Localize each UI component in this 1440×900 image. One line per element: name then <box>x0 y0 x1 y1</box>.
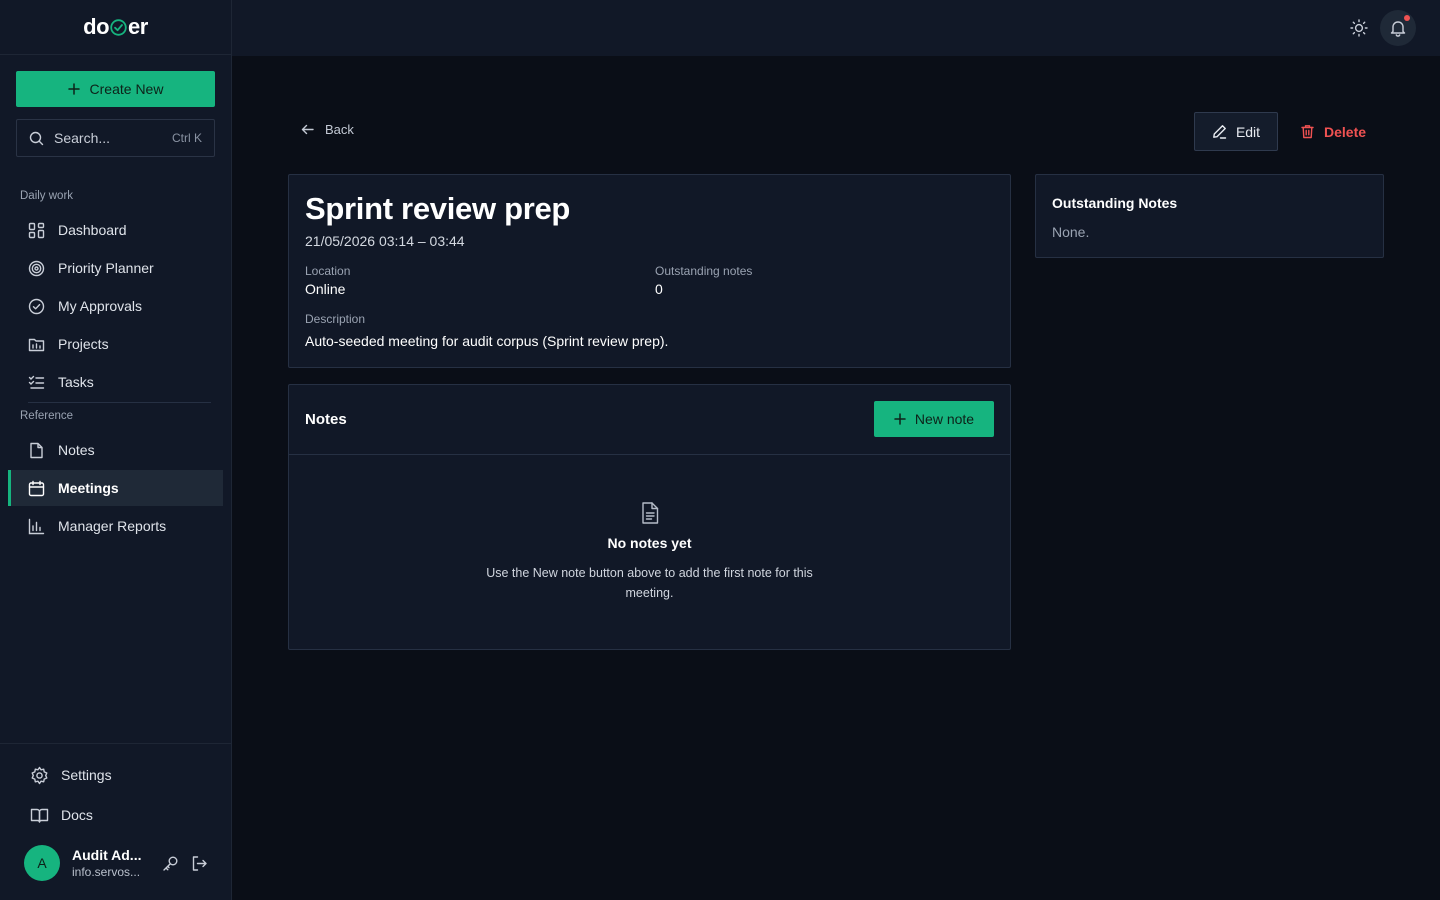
search-shortcut: Ctrl K <box>172 131 202 145</box>
notes-card: Notes New note No notes yet Use the New … <box>288 384 1011 650</box>
description-value: Auto-seeded meeting for audit corpus (Sp… <box>305 333 669 349</box>
user-profile[interactable]: A Audit Ad... info.servos... <box>24 845 141 881</box>
sidebar-item-tasks[interactable]: Tasks <box>8 364 223 400</box>
user-email: info.servos... <box>72 865 141 879</box>
location-value: Online <box>305 281 346 297</box>
meeting-details-card: Sprint review prep 21/05/2026 03:14 – 03… <box>288 174 1011 368</box>
notes-title: Notes <box>305 411 347 428</box>
logout-icon[interactable] <box>191 855 208 872</box>
edit-button[interactable]: Edit <box>1194 112 1278 151</box>
sidebar-item-projects[interactable]: Projects <box>8 326 223 362</box>
book-icon <box>30 806 49 825</box>
avatar: A <box>24 845 60 881</box>
delete-label: Delete <box>1324 123 1367 140</box>
user-name: Audit Ad... <box>72 847 142 863</box>
create-new-label: Create New <box>89 81 164 97</box>
new-note-button[interactable]: New note <box>874 401 994 437</box>
sidebar-item-my-approvals[interactable]: My Approvals <box>8 288 223 324</box>
notifications-button[interactable] <box>1380 10 1416 46</box>
search-input[interactable]: Search... Ctrl K <box>16 119 215 157</box>
delete-button[interactable]: Delete <box>1300 112 1366 151</box>
user-actions <box>162 855 208 872</box>
sidebar-item-label: Projects <box>58 336 109 352</box>
search-icon <box>29 131 44 146</box>
docs-link[interactable]: Docs <box>30 801 93 829</box>
settings-link[interactable]: Settings <box>30 761 112 789</box>
bar-chart-icon <box>28 518 45 535</box>
logo-area: do er <box>0 0 231 55</box>
sidebar-item-dashboard[interactable]: Dashboard <box>8 212 223 248</box>
top-bar <box>232 0 1440 56</box>
logo-text-left: do <box>83 14 110 39</box>
sidebar-item-label: Notes <box>58 442 95 458</box>
empty-state-title: No notes yet <box>607 535 692 551</box>
sidebar: do er Create New Search... Ctrl K Daily … <box>0 0 232 900</box>
outstanding-notes-label: Outstanding notes <box>655 264 753 278</box>
tasks-icon <box>28 374 45 391</box>
edit-label: Edit <box>1235 123 1261 140</box>
sidebar-item-meetings[interactable]: Meetings <box>8 470 223 506</box>
key-icon[interactable] <box>162 855 179 872</box>
sidebar-item-manager-reports[interactable]: Manager Reports <box>8 508 223 544</box>
target-icon <box>28 260 45 277</box>
bell-icon <box>1389 19 1407 37</box>
document-icon <box>289 501 1010 525</box>
sidebar-item-label: My Approvals <box>58 298 143 314</box>
sidebar-item-notes[interactable]: Notes <box>8 432 223 468</box>
location-label: Location <box>305 264 351 278</box>
arrow-left-icon <box>300 122 315 137</box>
dashboard-icon <box>28 222 45 239</box>
sidebar-item-label: Tasks <box>58 374 94 390</box>
projects-icon <box>28 336 45 353</box>
plus-icon <box>67 83 80 95</box>
outstanding-notes-value: 0 <box>655 281 663 297</box>
sidebar-item-priority-planner[interactable]: Priority Planner <box>8 250 223 286</box>
note-icon <box>28 442 45 459</box>
notification-badge <box>1404 15 1410 21</box>
sidebar-item-label: Priority Planner <box>58 260 154 276</box>
new-note-label: New note <box>914 411 975 427</box>
gear-icon <box>30 766 49 785</box>
section-label-reference: Reference <box>20 410 74 422</box>
pencil-icon <box>1212 124 1227 139</box>
docs-label: Docs <box>61 807 93 823</box>
notes-header: Notes New note <box>289 385 1010 455</box>
outstanding-panel-value: None. <box>1052 224 1090 240</box>
outstanding-panel-title: Outstanding Notes <box>1052 195 1178 211</box>
logo-check-icon <box>110 18 127 36</box>
sun-icon[interactable] <box>1349 18 1369 38</box>
settings-label: Settings <box>61 767 112 783</box>
section-label-daily-work: Daily work <box>20 190 74 202</box>
trash-icon <box>1300 124 1315 139</box>
nav-divider <box>28 402 211 403</box>
sidebar-item-label: Manager Reports <box>58 518 167 534</box>
sidebar-footer: Settings Docs A Audit Ad... info.servos.… <box>0 743 231 900</box>
notes-empty-state: No notes yet Use the New note button abo… <box>289 501 1010 603</box>
meeting-time: 21/05/2026 03:14 – 03:44 <box>305 233 465 249</box>
logo-text-right: er <box>128 14 148 39</box>
plus-icon <box>894 413 906 425</box>
search-placeholder: Search... <box>54 130 111 146</box>
outstanding-notes-panel: Outstanding Notes None. <box>1035 174 1384 258</box>
page-title: Sprint review prep <box>305 191 571 226</box>
calendar-icon <box>28 480 45 497</box>
back-link[interactable]: Back <box>300 122 354 137</box>
sidebar-item-label: Meetings <box>58 480 119 496</box>
empty-state-description: Use the New note button above to add the… <box>486 566 813 600</box>
create-new-button[interactable]: Create New <box>16 71 215 107</box>
back-label: Back <box>325 122 354 137</box>
app-logo[interactable]: do er <box>83 14 148 40</box>
check-circle-icon <box>28 298 45 315</box>
description-label: Description <box>305 312 366 326</box>
sidebar-item-label: Dashboard <box>58 222 127 238</box>
